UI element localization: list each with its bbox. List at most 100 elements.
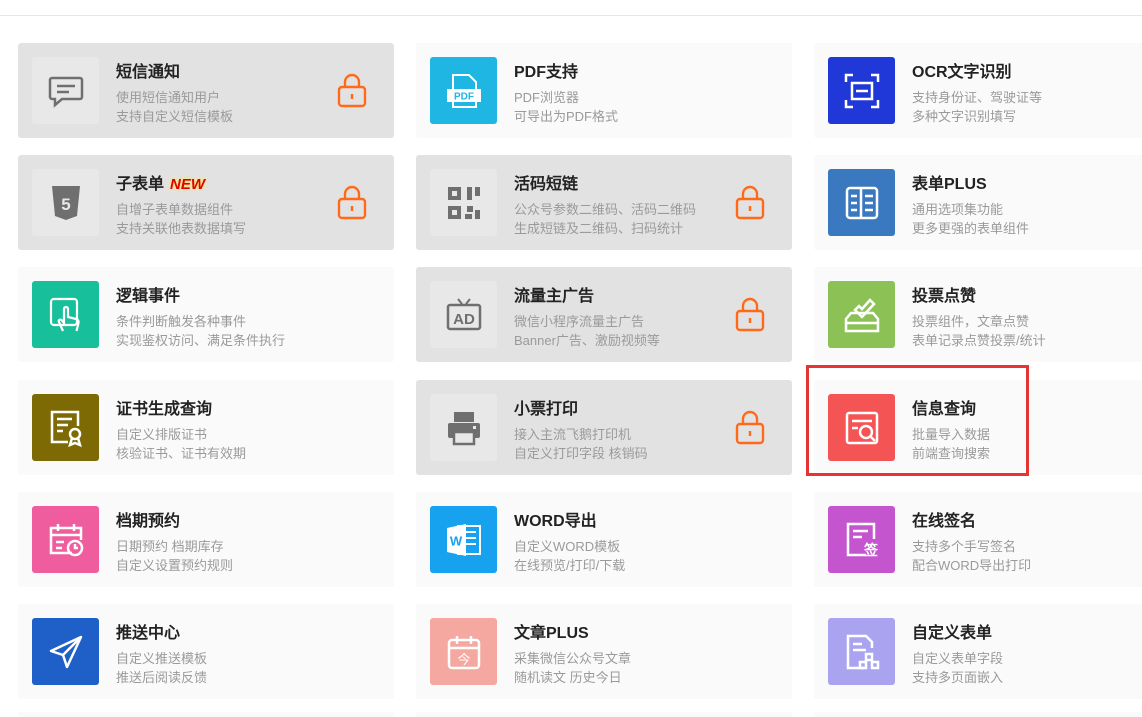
- feature-description: 接入主流飞鹅打印机: [514, 427, 632, 442]
- printer-icon: [430, 394, 497, 461]
- feature-card[interactable]: 5 子表单 NEW 自增子表单数据组件 支持关联他表数据填写: [18, 155, 394, 250]
- feature-description: 支持身份证、驾驶证等: [912, 90, 1043, 105]
- html5-icon: 5: [32, 169, 99, 236]
- feature-title-text: PDF支持: [514, 64, 579, 81]
- next-row-card-edge: [814, 712, 1142, 717]
- feature-title: WORD导出: [514, 507, 597, 531]
- svg-text:W: W: [449, 533, 462, 548]
- feature-title-text: 流量主广告: [514, 288, 595, 305]
- word-icon: W: [430, 506, 497, 573]
- feature-title: 在线签名: [912, 507, 976, 531]
- feature-description: Banner广告、激励视频等: [514, 333, 660, 348]
- feature-description: 采集微信公众号文章: [514, 651, 632, 666]
- feature-card[interactable]: 证书生成查询 自定义排版证书核验证书、证书有效期: [18, 380, 394, 475]
- lock-icon: [336, 184, 368, 220]
- selection-highlight-frame: [806, 365, 1029, 476]
- feature-title-text: 表单PLUS: [912, 176, 987, 193]
- feature-title-text: 档期预约: [116, 513, 181, 530]
- svg-text:今: 今: [457, 652, 470, 668]
- feature-description: 生成短链及二维码、扫码统计: [514, 221, 684, 236]
- pdf-icon: PDF: [430, 57, 497, 124]
- feature-title-text: 活码短链: [514, 176, 579, 193]
- feature-description: 自定义设置预约规则: [116, 558, 234, 573]
- feature-title-text: 证书生成查询: [116, 401, 213, 418]
- feature-card[interactable]: 逻辑事件 条件判断触发各种事件 实现鉴权访问、满足条件执行: [18, 267, 394, 362]
- vote-icon: [828, 281, 895, 348]
- certificate-icon: [32, 394, 99, 461]
- feature-title-text: 子表单: [116, 176, 165, 193]
- feature-title: 子表单 NEW: [116, 170, 205, 194]
- feature-card[interactable]: PDF PDF支持 PDF浏览器可导出为PDF格式: [416, 43, 792, 138]
- feature-card[interactable]: 短信通知 使用短信通知用户 支持自定义短信模板: [18, 43, 394, 138]
- feature-card[interactable]: 小票打印 接入主流飞鹅打印机 自定义打印字段 核销码: [416, 380, 792, 475]
- feature-title: 小票打印: [514, 395, 578, 419]
- feature-card[interactable]: 签 在线签名 支持多个手写签名 配合WORD导出打印: [814, 492, 1142, 587]
- feature-title: 推送中心: [116, 619, 180, 643]
- feature-description: 支持关联他表数据填写: [116, 221, 247, 236]
- feature-title: 逻辑事件: [116, 282, 180, 306]
- feature-title-text: WORD导出: [514, 513, 597, 530]
- feature-title-text: 小票打印: [514, 401, 579, 418]
- feature-title-text: 短信通知: [116, 64, 181, 81]
- sms-icon: [32, 57, 99, 124]
- feature-card[interactable]: AD 流量主广告微信小程序流量主广告 Banner广告、激励视频等: [416, 267, 792, 362]
- feature-title: 短信通知: [116, 58, 180, 82]
- qrcode-icon: [430, 169, 497, 236]
- svg-text:AD: AD: [453, 311, 475, 328]
- form-plus-icon: [828, 169, 895, 236]
- feature-description: 微信小程序流量主广告: [514, 314, 645, 329]
- feature-description: 核验证书、证书有效期: [116, 446, 247, 461]
- feature-card[interactable]: 活码短链公众号参数二维码、活码二维码 生成短链及二维码、扫码统计: [416, 155, 792, 250]
- feature-title: 流量主广告: [514, 282, 594, 306]
- feature-card[interactable]: 今 文章PLUS 采集微信公众号文章 随机读文 历史今日: [416, 604, 792, 699]
- feature-description: 可导出为PDF格式: [514, 109, 619, 124]
- feature-card[interactable]: 自定义表单自定义表单字段 支持多页面嵌入: [814, 604, 1142, 699]
- feature-title: OCR文字识别: [912, 58, 1012, 82]
- feature-description: 在线预览/打印/下载: [514, 558, 626, 573]
- svg-text:签: 签: [863, 542, 879, 559]
- feature-title: 证书生成查询: [116, 395, 212, 419]
- feature-title: 自定义表单: [912, 619, 992, 643]
- ocr-scan-icon: [828, 57, 895, 124]
- feature-card[interactable]: OCR文字识别 支持身份证、驾驶证等 多种文字识别填写: [814, 43, 1142, 138]
- feature-title: 投票点赞: [912, 282, 976, 306]
- feature-description: PDF浏览器: [514, 90, 580, 105]
- feature-description: 配合WORD导出打印: [912, 558, 1032, 573]
- feature-title: PDF支持: [514, 58, 578, 82]
- feature-card[interactable]: W WORD导出自定义WORD模板 在线预览/打印/下载: [416, 492, 792, 587]
- feature-description: 随机读文 历史今日: [514, 670, 622, 685]
- feature-card[interactable]: 推送中心 自定义推送模板 推送后阅读反馈: [18, 604, 394, 699]
- feature-description: 条件判断触发各种事件: [116, 314, 247, 329]
- feature-description: 公众号参数二维码、活码二维码: [514, 202, 697, 217]
- feature-title: 表单PLUS: [912, 170, 987, 194]
- feature-description: 支持多页面嵌入: [912, 670, 1004, 685]
- feature-title-text: 文章PLUS: [514, 625, 589, 642]
- feature-title-text: 推送中心: [116, 625, 181, 642]
- top-divider: [0, 15, 1142, 16]
- feature-description: 自定义排版证书: [116, 427, 208, 442]
- new-badge: NEW: [170, 176, 206, 193]
- feature-title: 活码短链: [514, 170, 578, 194]
- next-row-card-edge: [18, 712, 394, 717]
- feature-description: 更多更强的表单组件: [912, 221, 1030, 236]
- touch-icon: [32, 281, 99, 348]
- lock-icon: [734, 409, 766, 445]
- feature-title-text: 在线签名: [912, 513, 977, 530]
- feature-card[interactable]: 表单PLUS 通用选项集功能更多更强的表单组件: [814, 155, 1142, 250]
- lock-icon: [336, 72, 368, 108]
- ad-icon: AD: [430, 281, 497, 348]
- feature-card[interactable]: 投票点赞 投票组件，文章点赞 表单记录点赞投票/统计: [814, 267, 1142, 362]
- article-calendar-icon: 今: [430, 618, 497, 685]
- feature-title-text: 自定义表单: [912, 625, 993, 642]
- feature-title: 文章PLUS: [514, 619, 589, 643]
- feature-description: 自定义WORD模板: [514, 539, 621, 554]
- feature-card[interactable]: 档期预约日期预约 档期库存 自定义设置预约规则: [18, 492, 394, 587]
- feature-description: 推送后阅读反馈: [116, 670, 208, 685]
- lock-icon: [734, 296, 766, 332]
- custom-form-icon: [828, 618, 895, 685]
- signature-icon: 签: [828, 506, 895, 573]
- feature-description: 日期预约 档期库存: [116, 539, 224, 554]
- calendar-icon: [32, 506, 99, 573]
- feature-description: 通用选项集功能: [912, 202, 1004, 217]
- feature-description: 自定义表单字段: [912, 651, 1004, 666]
